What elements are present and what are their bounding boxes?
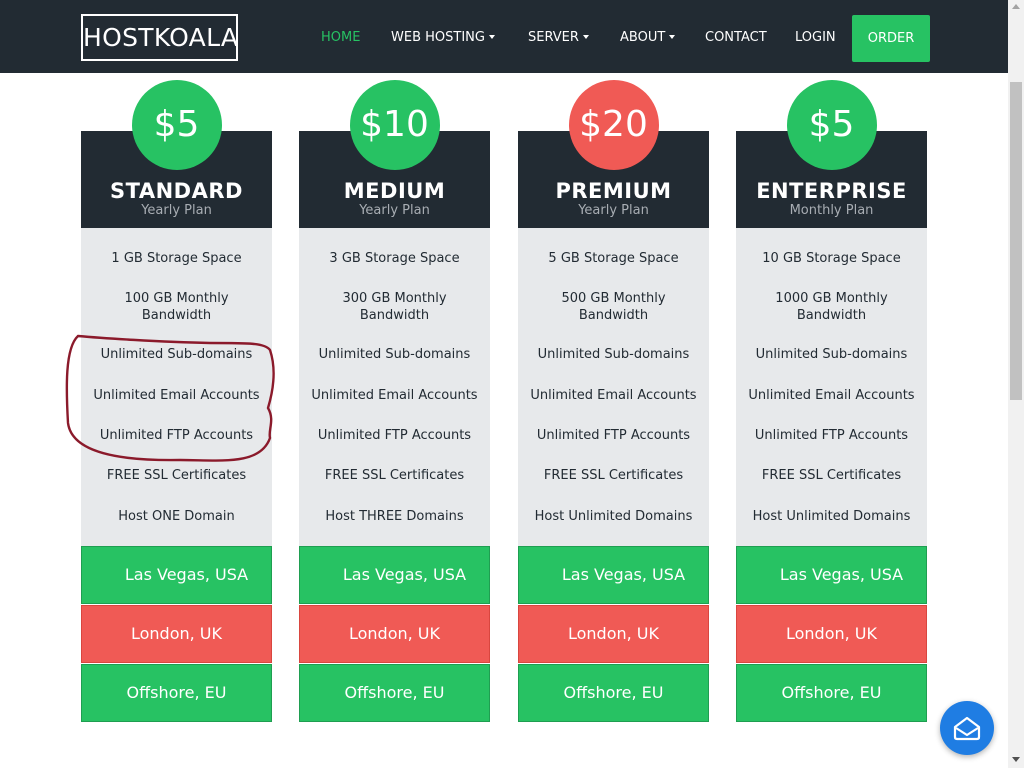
location-list: Las Vegas, USA London, UK Offshore, EU [299,546,490,722]
feature-item: 1 GB Storage Space [111,251,242,266]
price-badge: $5 [786,80,877,170]
page-scrollbar[interactable] [1008,0,1024,768]
feature-item: FREE SSL Certificates [106,468,247,483]
top-navbar: HOSTKOALA HOME WEB HOSTING SERVER ABOUT … [0,0,1008,73]
feature-item: Unlimited Sub-domains [318,347,471,362]
feature-item: Unlimited Sub-domains [755,347,908,362]
brand-logo[interactable]: HOSTKOALA [81,14,238,61]
feature-item: FREE SSL Certificates [543,468,684,483]
price-badge: $5 [131,80,222,170]
feature-item: Unlimited Email Accounts [748,388,915,403]
feature-item: FREE SSL Certificates [761,468,902,483]
feature-item: 10 GB Storage Space [762,251,901,266]
plan-card-medium: $10 MEDIUM Yearly Plan 3 GB Storage Spac… [299,80,490,723]
location-button-las-vegas[interactable]: Las Vegas, USA [299,546,490,604]
nav-contact-label: CONTACT [705,30,767,45]
nav-about-label: ABOUT [620,30,666,45]
plan-card-premium: $20 PREMIUM Yearly Plan 5 GB Storage Spa… [518,80,709,723]
feature-item: Unlimited Sub-domains [537,347,690,362]
scroll-thumb[interactable] [1010,82,1022,400]
nav-web-hosting[interactable]: WEB HOSTING [391,30,495,45]
plan-period: Yearly Plan [359,203,430,218]
feature-list: 3 GB Storage Space 300 GB Monthly Bandwid… [299,228,490,546]
plan-name: ENTERPRISE [756,179,907,203]
plan-name: PREMIUM [555,179,672,203]
plan-period: Yearly Plan [578,203,649,218]
nav-login-label: LOGIN [795,30,836,45]
location-list: Las Vegas, USA London, UK Offshore, EU [81,546,272,722]
caret-down-icon [582,34,589,39]
handdrawn-circle-annotation [65,334,275,462]
price-badge: $20 [568,80,659,170]
nav-home-label: HOME [321,30,361,45]
feature-item: 5 GB Storage Space [548,251,679,266]
location-list: Las Vegas, USA London, UK Offshore, EU [518,546,709,722]
plan-header: $5 ENTERPRISE Monthly Plan [736,80,927,228]
feature-item: 500 GB Monthly Bandwidth [561,291,666,323]
location-button-london[interactable]: London, UK [518,605,709,663]
plan-header: $10 MEDIUM Yearly Plan [299,80,490,228]
location-button-london[interactable]: London, UK [736,605,927,663]
feature-item: Unlimited Email Accounts [311,388,478,403]
feature-item: FREE SSL Certificates [324,468,465,483]
nav-login[interactable]: LOGIN [795,30,836,45]
price-badge: $10 [349,80,440,170]
plan-name: STANDARD [110,179,243,203]
location-button-london[interactable]: London, UK [299,605,490,663]
feature-list: 5 GB Storage Space 500 GB Monthly Bandwid… [518,228,709,546]
feature-item: Unlimited FTP Accounts [754,428,909,443]
nav-about[interactable]: ABOUT [620,30,676,45]
plan-name: MEDIUM [343,179,446,203]
location-list: Las Vegas, USA London, UK Offshore, EU [736,546,927,722]
scroll-up-arrow-icon[interactable] [1012,4,1020,9]
nav-home[interactable]: HOME [321,30,360,45]
location-button-london[interactable]: London, UK [81,605,272,663]
location-button-offshore[interactable]: Offshore, EU [299,664,490,722]
envelope-icon [953,716,981,741]
plan-period: Monthly Plan [789,203,874,218]
caret-down-icon [669,34,676,39]
feature-item: 300 GB Monthly Bandwidth [342,291,447,323]
nav-contact[interactable]: CONTACT [705,30,767,45]
plan-header: $20 PREMIUM Yearly Plan [518,80,709,228]
feature-list: 10 GB Storage Space 1000 GB Monthly Bandw… [736,228,927,546]
location-button-las-vegas[interactable]: Las Vegas, USA [736,546,927,604]
feature-item: 100 GB Monthly Bandwidth [124,291,229,323]
plan-period: Yearly Plan [141,203,212,218]
location-button-offshore[interactable]: Offshore, EU [736,664,927,722]
feature-item: 3 GB Storage Space [329,251,460,266]
feature-item: 1000 GB Monthly Bandwidth [775,291,888,323]
order-button[interactable]: ORDER [852,15,930,62]
feature-item: Unlimited FTP Accounts [536,428,691,443]
nav-server[interactable]: SERVER [528,30,589,45]
caret-down-icon [488,34,495,39]
feature-item: Host Unlimited Domains [534,509,693,524]
plan-header: $5 STANDARD Yearly Plan [81,80,272,228]
plan-card-enterprise: $5 ENTERPRISE Monthly Plan 10 GB Storage… [736,80,927,723]
location-button-las-vegas[interactable]: Las Vegas, USA [518,546,709,604]
nav-web-hosting-label: WEB HOSTING [391,30,485,45]
feature-item: Host ONE Domain [118,509,235,524]
scroll-down-arrow-icon[interactable] [1012,757,1020,762]
location-button-las-vegas[interactable]: Las Vegas, USA [81,546,272,604]
chat-button[interactable] [940,701,994,755]
feature-item: Host Unlimited Domains [752,509,911,524]
location-button-offshore[interactable]: Offshore, EU [518,664,709,722]
feature-item: Host THREE Domains [325,509,464,524]
feature-item: Unlimited FTP Accounts [317,428,472,443]
location-button-offshore[interactable]: Offshore, EU [81,664,272,722]
nav-server-label: SERVER [528,30,579,45]
feature-item: Unlimited Email Accounts [530,388,697,403]
